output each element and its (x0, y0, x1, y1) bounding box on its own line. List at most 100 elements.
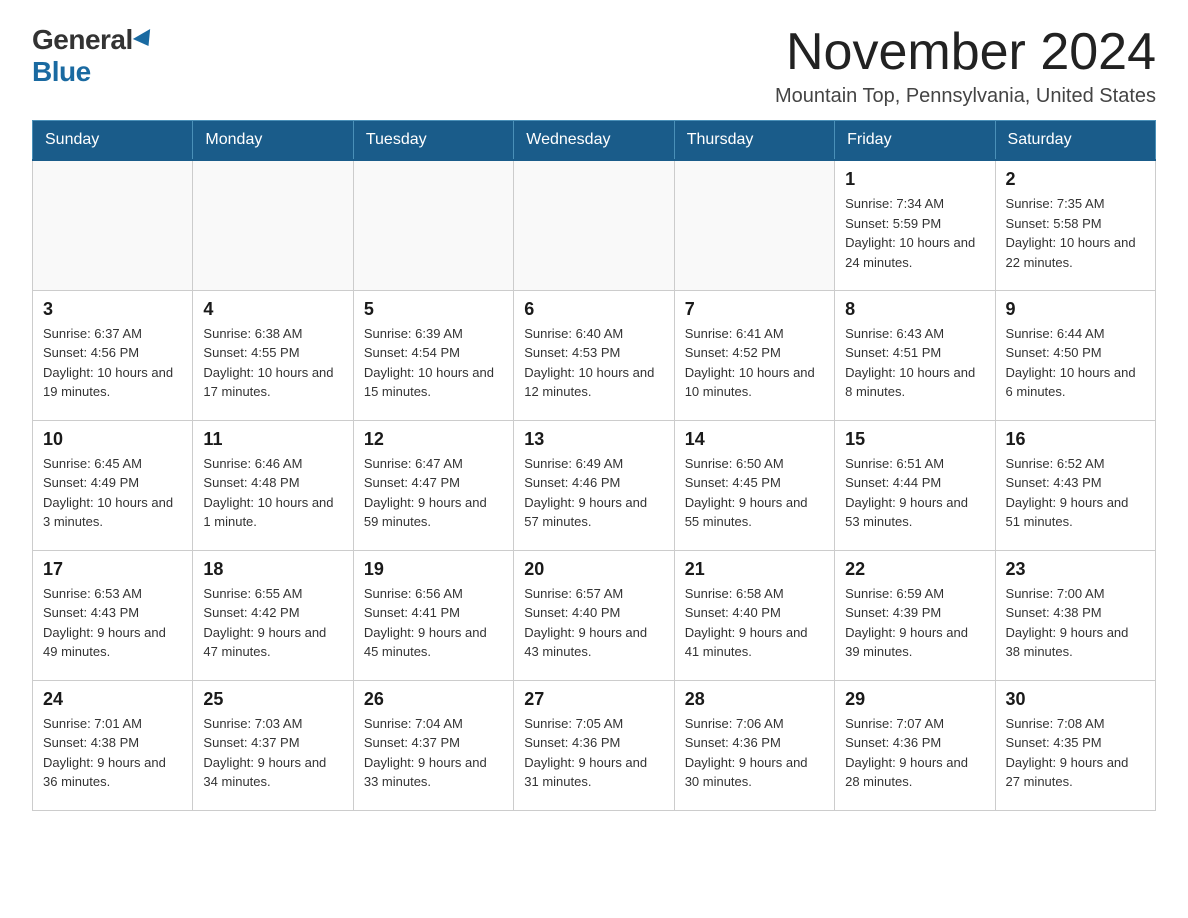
day-info: Sunrise: 6:50 AM Sunset: 4:45 PM Dayligh… (685, 454, 824, 532)
calendar-cell: 24 Sunrise: 7:01 AM Sunset: 4:38 PM Dayli… (33, 680, 193, 810)
logo-general: General (32, 24, 133, 56)
calendar-cell: 27 Sunrise: 7:05 AM Sunset: 4:36 PM Dayli… (514, 680, 674, 810)
day-number: 12 (364, 429, 503, 450)
calendar-cell: 4 Sunrise: 6:38 AM Sunset: 4:55 PM Daylig… (193, 290, 353, 420)
day-number: 5 (364, 299, 503, 320)
calendar-week-row: 17 Sunrise: 6:53 AM Sunset: 4:43 PM Dayli… (33, 550, 1156, 680)
calendar-cell: 7Sunrise: 6:41 AM Sunset: 4:52 PM Daylig… (674, 290, 834, 420)
day-header-friday: Friday (835, 121, 995, 161)
title-block: November 2024 Mountain Top, Pennsylvania… (775, 24, 1156, 108)
day-number: 3 (43, 299, 182, 320)
calendar-cell: 28 Sunrise: 7:06 AM Sunset: 4:36 PM Dayli… (674, 680, 834, 810)
calendar-cell: 10Sunrise: 6:45 AM Sunset: 4:49 PM Dayli… (33, 420, 193, 550)
day-info: Sunrise: 6:58 AM Sunset: 4:40 PM Dayligh… (685, 584, 824, 662)
calendar-cell: 26 Sunrise: 7:04 AM Sunset: 4:37 PM Dayli… (353, 680, 513, 810)
day-info: Sunrise: 7:06 AM Sunset: 4:36 PM Dayligh… (685, 714, 824, 792)
calendar-body: 1 Sunrise: 7:34 AM Sunset: 5:59 PM Daylig… (33, 160, 1156, 810)
day-info: Sunrise: 6:38 AM Sunset: 4:55 PM Dayligh… (203, 324, 342, 402)
day-number: 17 (43, 559, 182, 580)
calendar-cell: 2 Sunrise: 7:35 AM Sunset: 5:58 PM Daylig… (995, 160, 1155, 290)
calendar-cell: 21 Sunrise: 6:58 AM Sunset: 4:40 PM Dayli… (674, 550, 834, 680)
day-number: 28 (685, 689, 824, 710)
calendar-cell: 23 Sunrise: 7:00 AM Sunset: 4:38 PM Dayli… (995, 550, 1155, 680)
day-info: Sunrise: 6:51 AM Sunset: 4:44 PM Dayligh… (845, 454, 984, 532)
day-info: Sunrise: 7:07 AM Sunset: 4:36 PM Dayligh… (845, 714, 984, 792)
day-info: Sunrise: 6:40 AM Sunset: 4:53 PM Dayligh… (524, 324, 663, 402)
calendar-cell (674, 160, 834, 290)
day-number: 2 (1006, 169, 1145, 190)
day-info: Sunrise: 7:00 AM Sunset: 4:38 PM Dayligh… (1006, 584, 1145, 662)
day-info: Sunrise: 6:47 AM Sunset: 4:47 PM Dayligh… (364, 454, 503, 532)
day-info: Sunrise: 6:56 AM Sunset: 4:41 PM Dayligh… (364, 584, 503, 662)
day-info: Sunrise: 6:41 AM Sunset: 4:52 PM Dayligh… (685, 324, 824, 402)
calendar-cell: 6 Sunrise: 6:40 AM Sunset: 4:53 PM Daylig… (514, 290, 674, 420)
day-number: 14 (685, 429, 824, 450)
day-info: Sunrise: 7:04 AM Sunset: 4:37 PM Dayligh… (364, 714, 503, 792)
day-header-thursday: Thursday (674, 121, 834, 161)
calendar-cell: 9Sunrise: 6:44 AM Sunset: 4:50 PM Daylig… (995, 290, 1155, 420)
day-number: 6 (524, 299, 663, 320)
day-number: 8 (845, 299, 984, 320)
day-info: Sunrise: 6:59 AM Sunset: 4:39 PM Dayligh… (845, 584, 984, 662)
day-number: 4 (203, 299, 342, 320)
calendar-subtitle: Mountain Top, Pennsylvania, United State… (775, 85, 1156, 108)
calendar-cell: 12 Sunrise: 6:47 AM Sunset: 4:47 PM Dayli… (353, 420, 513, 550)
day-info: Sunrise: 6:57 AM Sunset: 4:40 PM Dayligh… (524, 584, 663, 662)
day-info: Sunrise: 7:34 AM Sunset: 5:59 PM Dayligh… (845, 194, 984, 272)
day-info: Sunrise: 7:05 AM Sunset: 4:36 PM Dayligh… (524, 714, 663, 792)
day-header-tuesday: Tuesday (353, 121, 513, 161)
calendar-title: November 2024 (775, 24, 1156, 81)
calendar-cell: 19 Sunrise: 6:56 AM Sunset: 4:41 PM Dayli… (353, 550, 513, 680)
day-info: Sunrise: 7:35 AM Sunset: 5:58 PM Dayligh… (1006, 194, 1145, 272)
logo-arrow-icon (133, 29, 157, 51)
day-info: Sunrise: 6:37 AM Sunset: 4:56 PM Dayligh… (43, 324, 182, 402)
day-number: 21 (685, 559, 824, 580)
day-number: 15 (845, 429, 984, 450)
day-number: 19 (364, 559, 503, 580)
day-info: Sunrise: 7:01 AM Sunset: 4:38 PM Dayligh… (43, 714, 182, 792)
day-header-monday: Monday (193, 121, 353, 161)
day-number: 16 (1006, 429, 1145, 450)
calendar-cell: 30Sunrise: 7:08 AM Sunset: 4:35 PM Dayli… (995, 680, 1155, 810)
calendar-cell: 22Sunrise: 6:59 AM Sunset: 4:39 PM Dayli… (835, 550, 995, 680)
calendar-cell: 15 Sunrise: 6:51 AM Sunset: 4:44 PM Dayli… (835, 420, 995, 550)
calendar-cell: 1 Sunrise: 7:34 AM Sunset: 5:59 PM Daylig… (835, 160, 995, 290)
day-info: Sunrise: 6:45 AM Sunset: 4:49 PM Dayligh… (43, 454, 182, 532)
day-number: 26 (364, 689, 503, 710)
header: General Blue November 2024 Mountain Top,… (32, 24, 1156, 108)
day-number: 18 (203, 559, 342, 580)
calendar-cell: 18 Sunrise: 6:55 AM Sunset: 4:42 PM Dayli… (193, 550, 353, 680)
day-header-sunday: Sunday (33, 121, 193, 161)
day-number: 29 (845, 689, 984, 710)
calendar-cell: 8 Sunrise: 6:43 AM Sunset: 4:51 PM Daylig… (835, 290, 995, 420)
calendar-cell: 11Sunrise: 6:46 AM Sunset: 4:48 PM Dayli… (193, 420, 353, 550)
calendar-cell: 14 Sunrise: 6:50 AM Sunset: 4:45 PM Dayli… (674, 420, 834, 550)
calendar-week-row: 24 Sunrise: 7:01 AM Sunset: 4:38 PM Dayli… (33, 680, 1156, 810)
calendar-cell (514, 160, 674, 290)
day-info: Sunrise: 6:49 AM Sunset: 4:46 PM Dayligh… (524, 454, 663, 532)
calendar-cell: 13Sunrise: 6:49 AM Sunset: 4:46 PM Dayli… (514, 420, 674, 550)
calendar-cell (353, 160, 513, 290)
day-number: 27 (524, 689, 663, 710)
day-info: Sunrise: 6:55 AM Sunset: 4:42 PM Dayligh… (203, 584, 342, 662)
calendar-cell: 16 Sunrise: 6:52 AM Sunset: 4:43 PM Dayli… (995, 420, 1155, 550)
logo-blue: Blue (32, 56, 91, 88)
day-number: 24 (43, 689, 182, 710)
calendar-week-row: 1 Sunrise: 7:34 AM Sunset: 5:59 PM Daylig… (33, 160, 1156, 290)
logo: General Blue (32, 24, 155, 88)
calendar-header: SundayMondayTuesdayWednesdayThursdayFrid… (33, 121, 1156, 161)
calendar-week-row: 10Sunrise: 6:45 AM Sunset: 4:49 PM Dayli… (33, 420, 1156, 550)
day-info: Sunrise: 6:52 AM Sunset: 4:43 PM Dayligh… (1006, 454, 1145, 532)
day-number: 11 (203, 429, 342, 450)
day-info: Sunrise: 6:43 AM Sunset: 4:51 PM Dayligh… (845, 324, 984, 402)
calendar-cell: 20Sunrise: 6:57 AM Sunset: 4:40 PM Dayli… (514, 550, 674, 680)
calendar-cell: 5Sunrise: 6:39 AM Sunset: 4:54 PM Daylig… (353, 290, 513, 420)
calendar-cell (193, 160, 353, 290)
day-header-wednesday: Wednesday (514, 121, 674, 161)
calendar-cell: 29 Sunrise: 7:07 AM Sunset: 4:36 PM Dayli… (835, 680, 995, 810)
day-info: Sunrise: 7:03 AM Sunset: 4:37 PM Dayligh… (203, 714, 342, 792)
day-number: 1 (845, 169, 984, 190)
day-info: Sunrise: 6:53 AM Sunset: 4:43 PM Dayligh… (43, 584, 182, 662)
day-number: 23 (1006, 559, 1145, 580)
day-info: Sunrise: 6:44 AM Sunset: 4:50 PM Dayligh… (1006, 324, 1145, 402)
